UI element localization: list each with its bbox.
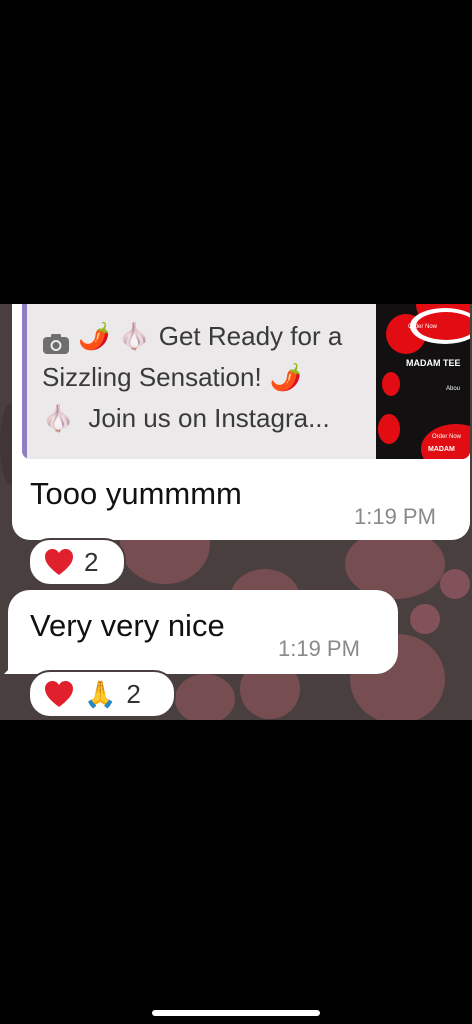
thumbnail-shape <box>421 424 470 459</box>
camera-icon <box>42 326 70 354</box>
thumbnail-text: MADAM <box>428 446 455 453</box>
message-bubble-2[interactable]: Very very nice 1:19 PM <box>8 590 398 674</box>
wallpaper-doodle <box>175 674 235 720</box>
folded-hands-icon: 🙏 <box>84 678 117 709</box>
chili-pepper-icon: 🌶️ <box>269 362 303 392</box>
red-heart-icon <box>44 680 74 708</box>
quoted-line-2: Sizzling Sensation! <box>42 362 262 392</box>
message-text: Very very nice <box>30 608 225 643</box>
quote-accent-bar <box>22 304 27 459</box>
thumbnail-shape <box>378 414 400 444</box>
quoted-message-text: 🌶️ 🧄 Get Ready for a Sizzling Sensation!… <box>42 316 372 439</box>
message-timestamp: 1:19 PM <box>278 636 360 661</box>
thumbnail-text: Order Now <box>408 324 438 330</box>
home-indicator[interactable] <box>152 1010 320 1016</box>
thumbnail-text: Abou <box>446 386 461 392</box>
wallpaper-doodle <box>410 604 440 634</box>
thumbnail-brand: MADAM TEE <box>406 358 461 368</box>
message-reactions[interactable]: 🙏 2 <box>28 670 176 718</box>
thumbnail-text: Order Now <box>432 434 462 440</box>
quoted-message[interactable]: 🌶️ 🧄 Get Ready for a Sizzling Sensation!… <box>22 304 470 459</box>
red-heart-icon <box>44 548 74 576</box>
quoted-image-thumbnail[interactable]: Order Now MADAM TEE Abou Order Now MADAM <box>376 304 470 459</box>
message-text: Tooo yummmm <box>30 476 242 511</box>
reaction-count: 2 <box>126 678 141 709</box>
message-reactions[interactable]: 2 <box>28 538 126 586</box>
reaction-count: 2 <box>84 546 99 577</box>
chili-pepper-icon: 🌶️ <box>78 321 111 351</box>
wallpaper-doodle <box>440 569 470 599</box>
garlic-icon: 🧄 <box>42 403 75 433</box>
garlic-icon: 🧄 <box>118 321 151 351</box>
message-timestamp: 1:19 PM <box>354 504 436 529</box>
quoted-line-1: Get Ready for a <box>158 321 343 351</box>
thumbnail-shape <box>382 372 400 396</box>
quoted-line-3: Join us on Instagra... <box>88 403 330 433</box>
message-bubble-1[interactable]: 🌶️ 🧄 Get Ready for a Sizzling Sensation!… <box>12 304 470 540</box>
chat-area: 🌶️ 🧄 Get Ready for a Sizzling Sensation!… <box>0 304 472 720</box>
